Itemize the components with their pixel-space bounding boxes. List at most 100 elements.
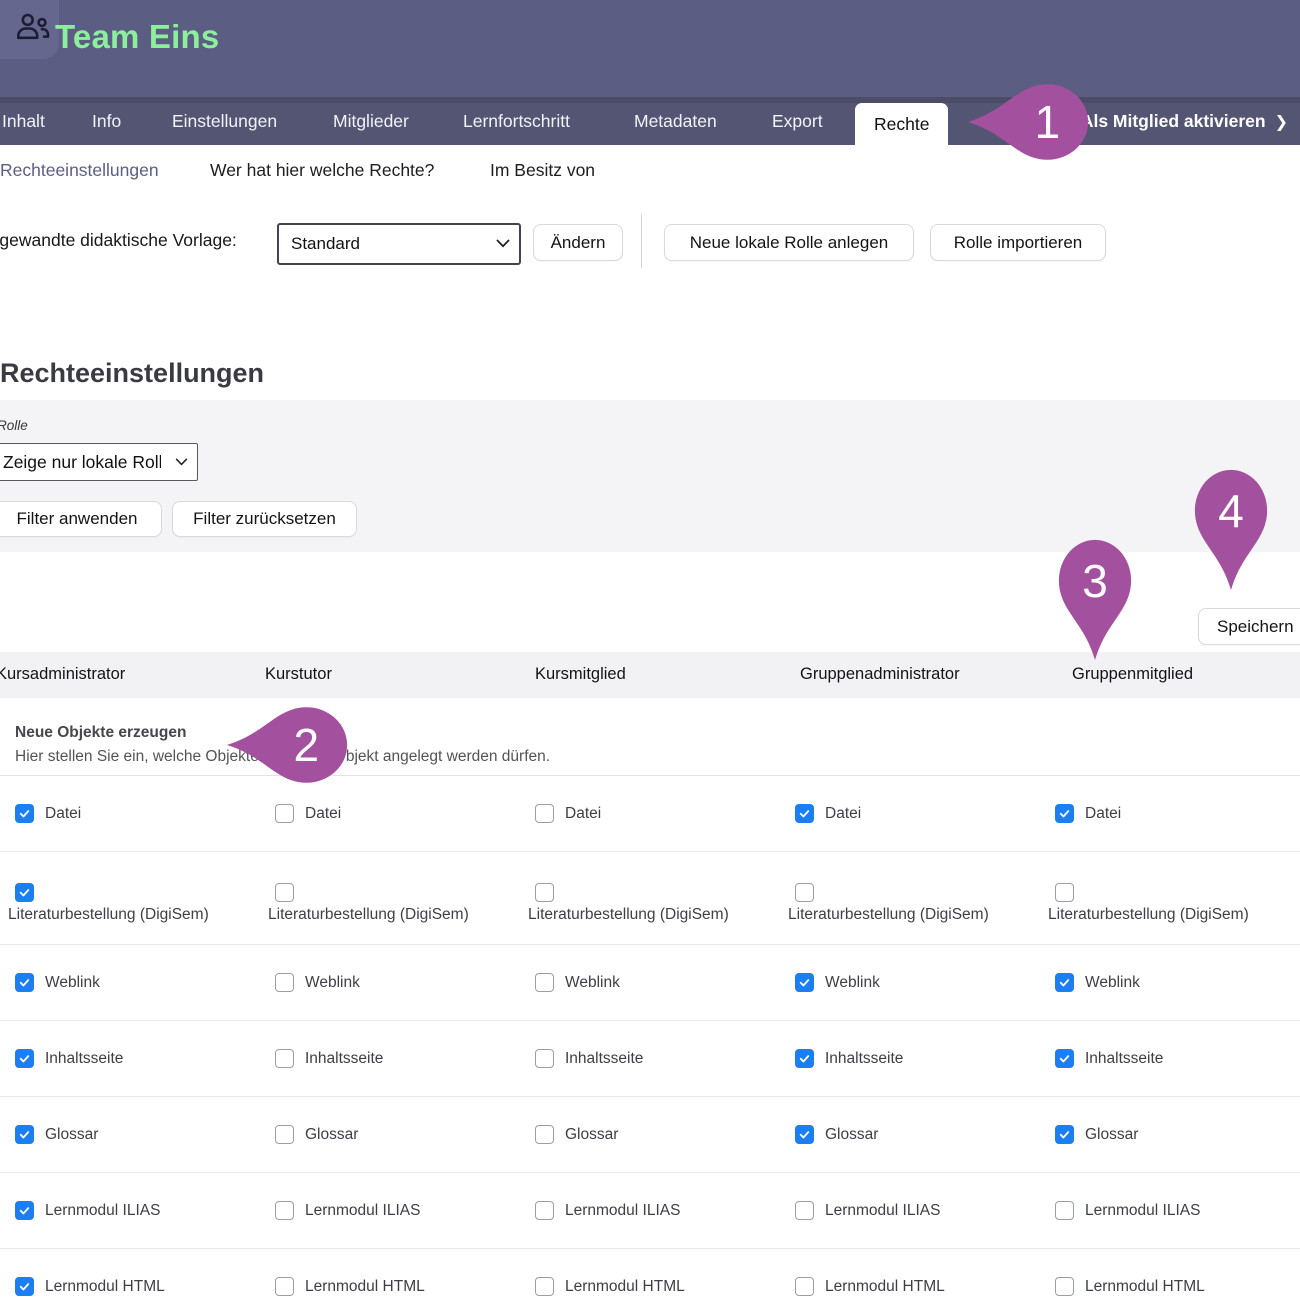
- permission-label: Lernmodul ILIAS: [1085, 1202, 1200, 1220]
- tab-rechte[interactable]: Rechte: [855, 103, 948, 145]
- unchecked-checkbox-lernmodul-html[interactable]: [795, 1277, 814, 1296]
- tab-export[interactable]: Export: [772, 111, 823, 132]
- checked-checkbox-weblink[interactable]: [15, 973, 34, 992]
- didactic-template-label: Angewandte didaktische Vorlage:: [0, 230, 237, 251]
- permission-label: Datei: [1085, 805, 1121, 823]
- unchecked-checkbox-lernmodul-html[interactable]: [1055, 1277, 1074, 1296]
- chevron-down-icon: [496, 235, 510, 253]
- checked-checkbox-inhaltsseite[interactable]: [15, 1049, 34, 1068]
- permission-label: Glossar: [45, 1126, 98, 1144]
- unchecked-checkbox-datei[interactable]: [535, 804, 554, 823]
- permission-row-lernmodul-ilias: Lernmodul ILIAS Lernmodul ILIAS Lernmodul …: [0, 1173, 1300, 1249]
- import-role-button[interactable]: Rolle importieren: [930, 224, 1106, 261]
- permission-cell: Glossar: [1055, 1097, 1138, 1172]
- permission-label: Weblink: [1085, 974, 1140, 992]
- create-objects-description: Hier stellen Sie ein, welche Objekte in …: [15, 748, 550, 766]
- permission-cell: Weblink: [275, 945, 360, 1020]
- permission-cell: Glossar: [275, 1097, 358, 1172]
- permissions-page: Team Eins Als Mitglied aktivieren❯ Inhal…: [0, 0, 1300, 1300]
- permission-cell: Inhaltsseite: [15, 1021, 123, 1096]
- unchecked-checkbox-lernmodul-ilias[interactable]: [275, 1201, 294, 1220]
- permission-label: Weblink: [565, 974, 620, 992]
- subtab-rechteeinstellungen[interactable]: Rechteeinstellungen: [0, 160, 159, 181]
- tab-inhalt[interactable]: Inhalt: [2, 111, 45, 132]
- permission-label: Lernmodul HTML: [565, 1278, 685, 1296]
- permission-cell: Glossar: [15, 1097, 98, 1172]
- unchecked-checkbox-lernmodul-ilias[interactable]: [535, 1201, 554, 1220]
- checked-checkbox-weblink[interactable]: [1055, 973, 1074, 992]
- tab-metadaten[interactable]: Metadaten: [634, 111, 717, 132]
- column-header-gruppenmitglied: Gruppenmitglied: [1072, 665, 1193, 684]
- permission-label: Literaturbestellung (DigiSem): [8, 906, 209, 924]
- unchecked-checkbox-literaturbestellung-digisem[interactable]: [795, 883, 814, 902]
- permission-cell: Datei: [15, 776, 81, 851]
- permission-label: Datei: [565, 805, 601, 823]
- unchecked-checkbox-literaturbestellung-digisem[interactable]: [275, 883, 294, 902]
- checked-checkbox-weblink[interactable]: [795, 973, 814, 992]
- chevron-right-icon: ❯: [1275, 114, 1288, 131]
- permission-row-glossar: GlossarGlossarGlossarGlossarGlossar: [0, 1097, 1300, 1173]
- permission-cell: Weblink: [1055, 945, 1140, 1020]
- tab-bar: Als Mitglied aktivieren❯ Inhalt Info Einst…: [0, 97, 1300, 145]
- unchecked-checkbox-lernmodul-ilias[interactable]: [795, 1201, 814, 1220]
- permission-label: Lernmodul ILIAS: [305, 1202, 420, 1220]
- unchecked-checkbox-glossar[interactable]: [535, 1125, 554, 1144]
- object-icon-badge[interactable]: [0, 0, 59, 59]
- permission-label: Inhaltsseite: [825, 1050, 903, 1068]
- member-view-toggle[interactable]: Als Mitglied aktivieren❯: [1081, 111, 1288, 132]
- unchecked-checkbox-lernmodul-html[interactable]: [535, 1277, 554, 1296]
- permission-cell: Datei: [795, 776, 861, 851]
- tab-info[interactable]: Info: [92, 111, 121, 132]
- filter-apply-button[interactable]: Filter anwenden: [0, 501, 162, 537]
- permission-label: Literaturbestellung (DigiSem): [788, 906, 989, 924]
- permission-cell: Lernmodul ILIAS: [1055, 1173, 1200, 1248]
- unchecked-checkbox-inhaltsseite[interactable]: [275, 1049, 294, 1068]
- unchecked-checkbox-datei[interactable]: [275, 804, 294, 823]
- unchecked-checkbox-literaturbestellung-digisem[interactable]: [1055, 883, 1074, 902]
- unchecked-checkbox-glossar[interactable]: [275, 1125, 294, 1144]
- tab-lernfortschritt[interactable]: Lernfortschritt: [463, 111, 570, 132]
- permission-label: Lernmodul ILIAS: [45, 1202, 160, 1220]
- checked-checkbox-datei[interactable]: [1055, 804, 1074, 823]
- permission-cell: Lernmodul ILIAS: [795, 1173, 940, 1248]
- subtab-im-besitz-von[interactable]: Im Besitz von: [490, 160, 595, 181]
- unchecked-checkbox-weblink[interactable]: [535, 973, 554, 992]
- subtab-wer-hat-hier-welche-rechte[interactable]: Wer hat hier welche Rechte?: [210, 160, 434, 181]
- permission-label: Glossar: [1085, 1126, 1138, 1144]
- change-template-button[interactable]: Ändern: [533, 224, 623, 261]
- permission-cell: Lernmodul ILIAS: [275, 1173, 420, 1248]
- permissions-rows: DateiDateiDateiDateiDateiLiteraturbestel…: [0, 776, 1300, 1300]
- save-button[interactable]: Speichern: [1198, 608, 1300, 645]
- didactic-template-select[interactable]: Standard: [277, 223, 521, 265]
- permission-label: Lernmodul ILIAS: [825, 1202, 940, 1220]
- permission-cell: Weblink: [15, 945, 100, 1020]
- tab-mitglieder[interactable]: Mitglieder: [333, 111, 409, 132]
- permission-cell: Inhaltsseite: [795, 1021, 903, 1096]
- role-filter-select[interactable]: Zeige nur lokale Rollen: [0, 443, 198, 481]
- unchecked-checkbox-lernmodul-html[interactable]: [275, 1277, 294, 1296]
- checked-checkbox-glossar[interactable]: [1055, 1125, 1074, 1144]
- permission-label: Lernmodul HTML: [1085, 1278, 1205, 1296]
- filter-reset-button[interactable]: Filter zurücksetzen: [172, 501, 357, 537]
- unchecked-checkbox-literaturbestellung-digisem[interactable]: [535, 883, 554, 902]
- checked-checkbox-inhaltsseite[interactable]: [1055, 1049, 1074, 1068]
- page-header: Team Eins: [0, 0, 1300, 97]
- checked-checkbox-inhaltsseite[interactable]: [795, 1049, 814, 1068]
- unchecked-checkbox-lernmodul-ilias[interactable]: [1055, 1201, 1074, 1220]
- checked-checkbox-lernmodul-ilias[interactable]: [15, 1201, 34, 1220]
- unchecked-checkbox-weblink[interactable]: [275, 973, 294, 992]
- checked-checkbox-datei[interactable]: [15, 804, 34, 823]
- permission-row-literaturbestellung-digisem: Literaturbestellung (DigiSem) Literaturbe…: [0, 852, 1300, 945]
- permission-label: Lernmodul HTML: [45, 1278, 165, 1296]
- permission-label: Datei: [305, 805, 341, 823]
- checked-checkbox-datei[interactable]: [795, 804, 814, 823]
- permission-label: Glossar: [305, 1126, 358, 1144]
- checked-checkbox-glossar[interactable]: [15, 1125, 34, 1144]
- page-title: Team Eins: [55, 18, 219, 56]
- checked-checkbox-lernmodul-html[interactable]: [15, 1277, 34, 1296]
- checked-checkbox-glossar[interactable]: [795, 1125, 814, 1144]
- checked-checkbox-literaturbestellung-digisem[interactable]: [15, 883, 34, 902]
- new-local-role-button[interactable]: Neue lokale Rolle anlegen: [664, 224, 914, 261]
- unchecked-checkbox-inhaltsseite[interactable]: [535, 1049, 554, 1068]
- tab-einstellungen[interactable]: Einstellungen: [172, 111, 277, 132]
